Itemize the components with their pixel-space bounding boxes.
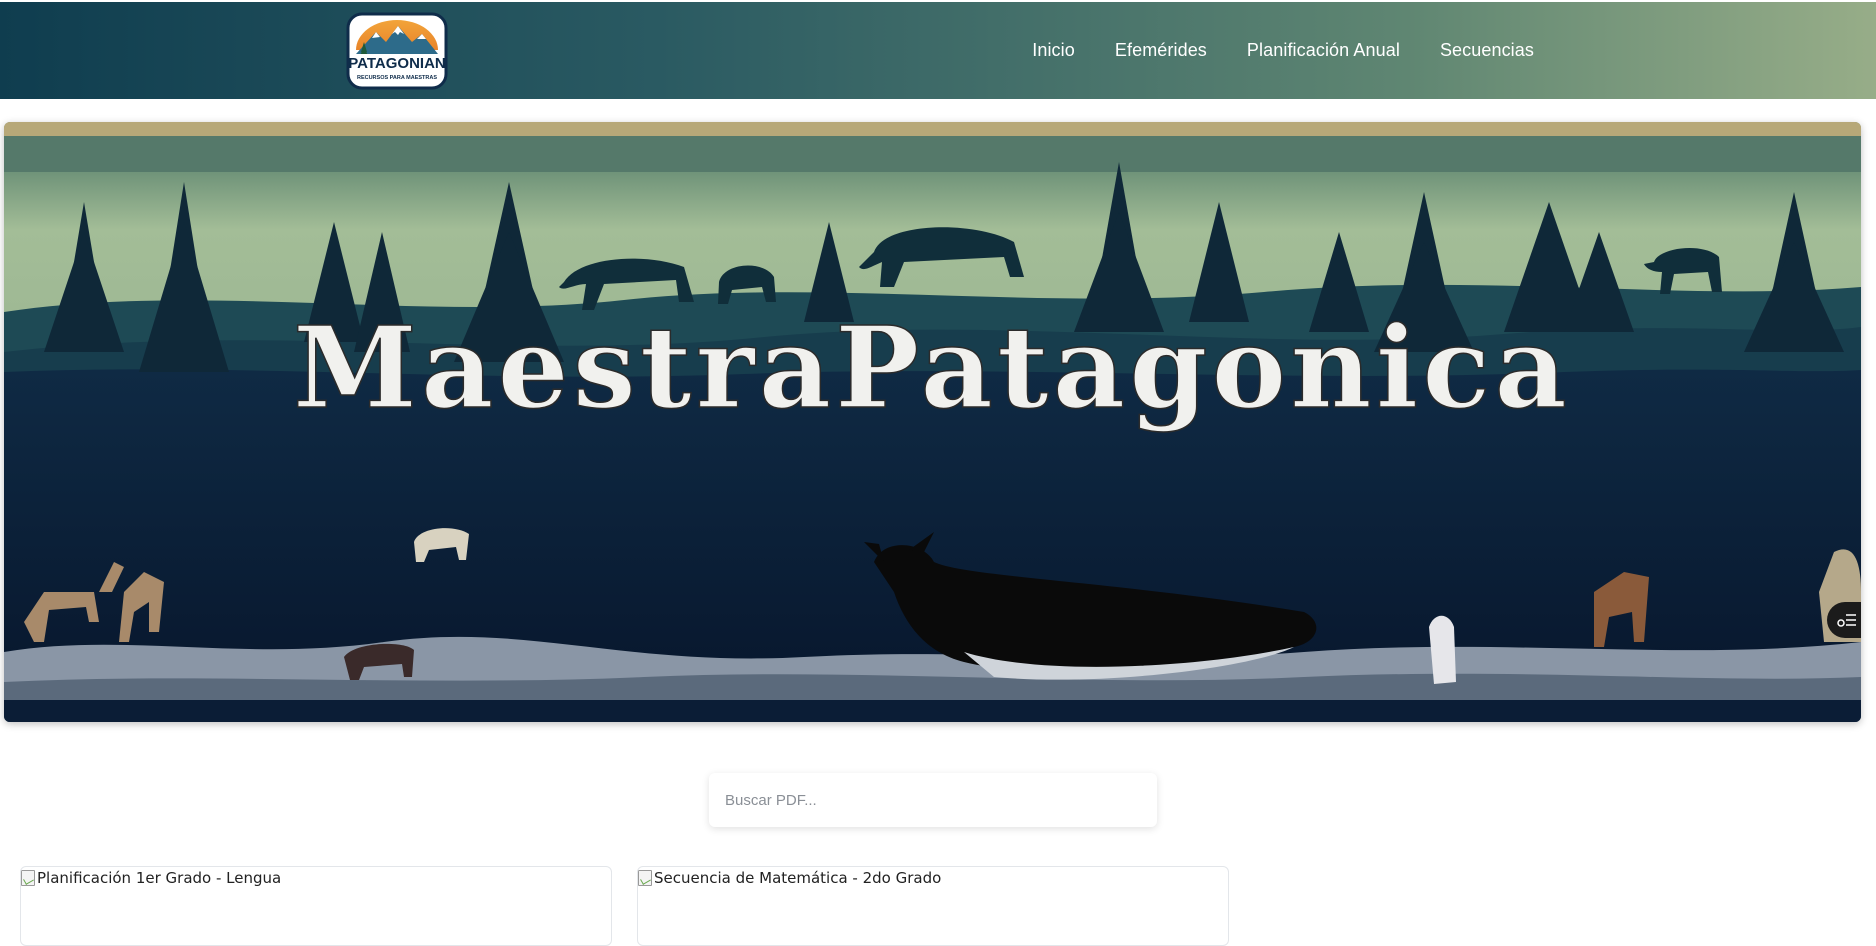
side-panel-toggle[interactable] [1827,602,1861,638]
pdf-card[interactable]: Planificación 1er Grado - Lengua [20,866,612,946]
card-image: Planificación 1er Grado - Lengua [21,867,611,887]
logo-subtext: RECURSOS PARA MAESTRAS [357,75,437,81]
site-logo[interactable]: PATAGONIAN RECURSOS PARA MAESTRAS [346,12,448,90]
nav-item-efemerides[interactable]: Efemérides [1115,40,1207,61]
hero-title: MaestraPatagonica [293,303,1571,434]
hero-illustration: MaestraPatagonica [4,122,1861,722]
main-nav: Inicio Efemérides Planificación Anual Se… [1032,2,1534,99]
pdf-card[interactable]: Secuencia de Matemática - 2do Grado [637,866,1229,946]
search-input[interactable] [709,773,1157,827]
pdf-card-list: Planificación 1er Grado - Lengua Secuenc… [20,866,1230,946]
card-image: Secuencia de Matemática - 2do Grado [638,867,1228,887]
broken-image-icon [638,870,652,886]
nav-item-secuencias[interactable]: Secuencias [1440,40,1534,61]
search-box [709,773,1157,827]
broken-image-icon [21,870,35,886]
card-image-alt: Secuencia de Matemática - 2do Grado [654,869,942,887]
nav-item-planificacion-anual[interactable]: Planificación Anual [1247,40,1400,61]
toc-settings-icon [1837,614,1856,627]
logo-text: PATAGONIAN [348,55,446,72]
site-header: PATAGONIAN RECURSOS PARA MAESTRAS Inicio… [0,2,1876,99]
hero-banner: MaestraPatagonica [4,122,1861,722]
card-image-alt: Planificación 1er Grado - Lengua [37,869,282,887]
nav-item-inicio[interactable]: Inicio [1032,40,1075,61]
